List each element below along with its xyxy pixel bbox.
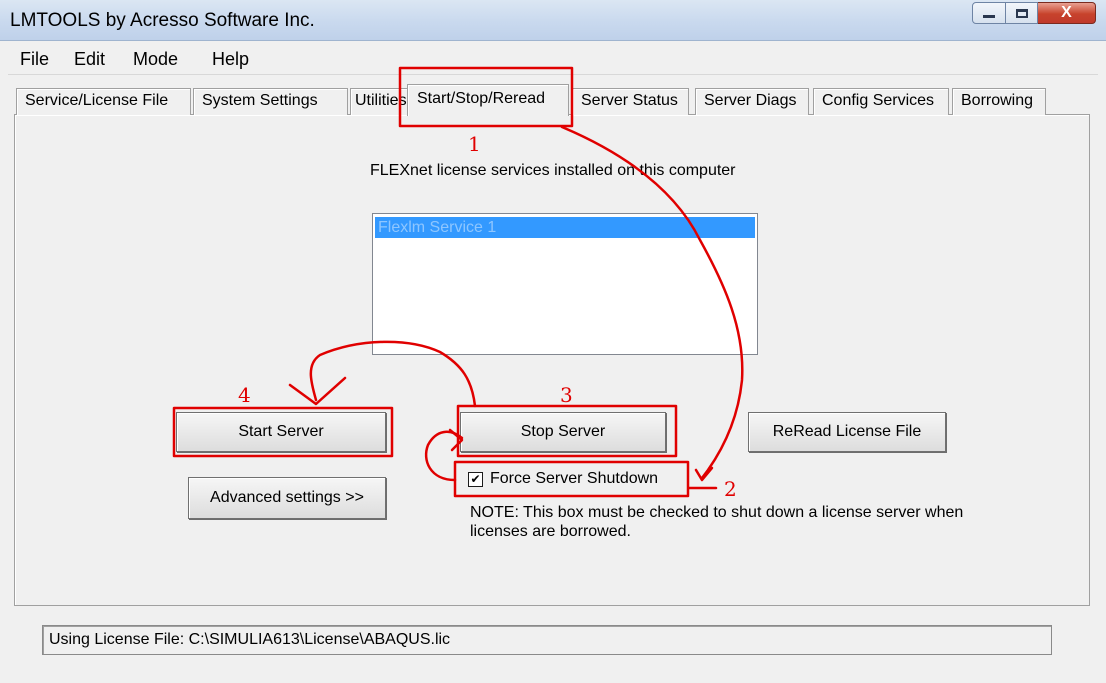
title-bar: LMTOOLS by Acresso Software Inc. X <box>0 0 1106 41</box>
force-shutdown-label[interactable]: Force Server Shutdown <box>490 470 658 488</box>
checkmark-icon: ✔ <box>470 472 481 486</box>
maximize-button[interactable] <box>1006 2 1038 24</box>
tab-utilities[interactable]: Utilities <box>350 88 413 115</box>
close-icon: X <box>1061 4 1072 21</box>
tab-service-license-file[interactable]: Service/License File <box>16 88 191 115</box>
minimize-icon <box>983 15 995 18</box>
menu-bar: File Edit Mode Help <box>8 44 1098 75</box>
window-controls: X <box>972 2 1096 24</box>
tab-start-stop-reread[interactable]: Start/Stop/Reread <box>407 84 569 116</box>
services-listbox[interactable]: Flexlm Service 1 <box>372 213 758 355</box>
borrow-note: NOTE: This box must be checked to shut d… <box>470 504 964 540</box>
force-shutdown-checkbox[interactable]: ✔ <box>468 471 483 487</box>
reread-license-file-button[interactable]: ReRead License File <box>748 412 946 452</box>
status-bar: Using License File: C:\SIMULIA613\Licens… <box>42 625 1052 655</box>
minimize-button[interactable] <box>972 2 1006 24</box>
advanced-settings-button[interactable]: Advanced settings >> <box>188 477 386 519</box>
window-title: LMTOOLS by Acresso Software Inc. <box>10 10 315 31</box>
stop-server-button[interactable]: Stop Server <box>460 412 666 452</box>
tab-server-status[interactable]: Server Status <box>572 88 689 115</box>
tab-config-services[interactable]: Config Services <box>813 88 949 115</box>
services-caption: FLEXnet license services installed on th… <box>370 162 736 179</box>
force-shutdown-option[interactable]: ✔ Force Server Shutdown <box>468 468 658 490</box>
menu-mode[interactable]: Mode <box>133 49 178 70</box>
tab-system-settings[interactable]: System Settings <box>193 88 348 115</box>
list-item[interactable]: Flexlm Service 1 <box>375 217 755 238</box>
close-button[interactable]: X <box>1038 2 1096 24</box>
menu-file[interactable]: File <box>20 49 49 70</box>
maximize-icon <box>1015 8 1028 18</box>
start-server-button[interactable]: Start Server <box>176 412 386 452</box>
tab-borrowing[interactable]: Borrowing <box>952 88 1046 115</box>
menu-help[interactable]: Help <box>212 49 249 70</box>
tab-server-diags[interactable]: Server Diags <box>695 88 809 115</box>
menu-edit[interactable]: Edit <box>74 49 105 70</box>
license-file-status: Using License File: C:\SIMULIA613\Licens… <box>49 631 451 648</box>
